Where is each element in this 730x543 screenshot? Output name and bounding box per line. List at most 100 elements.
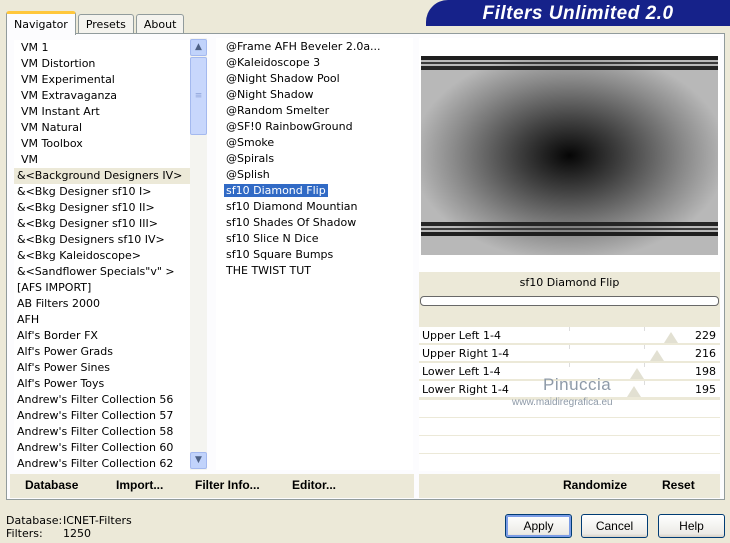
category-scrollbar[interactable]: ▲ ≡ ▼ [190,38,207,470]
tab-about[interactable]: About [135,14,185,34]
slider-tick [644,381,645,385]
slider-upper-right[interactable]: Upper Right 1-4 216 [419,345,720,362]
slider-thumb[interactable] [664,332,678,343]
watermark-url: www.maidiregrafica.eu [512,397,613,408]
slider-tick [569,363,570,367]
category-item[interactable]: VM Distortion [14,56,190,72]
import-button[interactable]: Import... [116,478,163,492]
preview-stripe [421,56,718,60]
filter-item[interactable]: @Night Shadow Pool [216,71,413,87]
reset-button[interactable]: Reset [662,478,695,492]
filter-item[interactable]: @SF!0 RainbowGround [216,119,413,135]
preview-stripe [421,228,718,230]
slider-tick [644,363,645,367]
scroll-up-arrow-icon[interactable]: ▲ [190,39,207,56]
category-item[interactable]: VM Toolbox [14,136,190,152]
status-value: 1250 [63,527,91,540]
selected-filter-name: sf10 Diamond Flip [519,276,620,289]
cancel-button[interactable]: Cancel [581,514,648,538]
apply-button[interactable]: Apply [505,514,572,538]
category-item[interactable]: &<Bkg Designer sf10 III> [14,216,190,232]
filter-item[interactable]: @Spirals [216,151,413,167]
editor-button[interactable]: Editor... [292,478,336,492]
database-button[interactable]: Database [25,478,78,492]
preview-stripe [421,222,718,226]
slider-thumb[interactable] [650,350,664,361]
help-button[interactable]: Help [658,514,725,538]
filter-item[interactable]: @Night Shadow [216,87,413,103]
category-item[interactable]: Andrew's Filter Collection 60 [14,440,190,456]
category-item[interactable]: Andrew's Filter Collection 56 [14,392,190,408]
scroll-thumb[interactable]: ≡ [190,57,207,135]
category-item-selected[interactable]: &<Background Designers IV> [14,168,190,184]
slider-tick [644,327,645,331]
slider-upper-left[interactable]: Upper Left 1-4 229 [419,327,720,344]
empty-slider-row [419,454,720,471]
category-item[interactable]: Alf's Power Grads [14,344,190,360]
category-item[interactable]: [AFS IMPORT] [14,280,190,296]
filter-item-selected[interactable]: sf10 Diamond Flip [216,183,413,199]
slider-tick [569,345,570,349]
filter-item[interactable]: @Frame AFH Beveler 2.0a... [216,39,413,55]
category-list[interactable]: VM 1 VM Distortion VM Experimental VM Ex… [14,40,190,470]
selected-filter-text: sf10 Diamond Flip [224,184,328,197]
filter-item[interactable]: sf10 Shades Of Shadow [216,215,413,231]
slider-value: 216 [695,347,716,360]
empty-slider-row [419,436,720,453]
category-item[interactable]: VM Extravaganza [14,88,190,104]
category-item[interactable]: &<Bkg Kaleidoscope> [14,248,190,264]
category-item[interactable]: AFH [14,312,190,328]
app-title-banner: Filters Unlimited 2.0 [426,0,730,26]
filter-info-button[interactable]: Filter Info... [195,478,260,492]
progress-bar [420,296,719,306]
filter-item[interactable]: @Smoke [216,135,413,151]
tab-presets[interactable]: Presets [77,14,134,34]
tab-navigator[interactable]: Navigator [6,11,76,35]
status-label: Filters: [6,527,43,540]
filter-item[interactable]: @Splish [216,167,413,183]
scroll-down-arrow-icon[interactable]: ▼ [190,452,207,469]
slider-label: Upper Left 1-4 [422,329,501,342]
empty-slider-row [419,418,720,435]
slider-thumb[interactable] [630,368,644,379]
category-item[interactable]: Alf's Border FX [14,328,190,344]
category-item[interactable]: VM [14,152,190,168]
slider-value: 229 [695,329,716,342]
category-item[interactable]: VM Experimental [14,72,190,88]
category-item[interactable]: Andrew's Filter Collection 58 [14,424,190,440]
filter-item[interactable]: @Random Smelter [216,103,413,119]
preview-stripe [421,62,718,64]
filter-item[interactable]: THE TWIST TUT [216,263,413,279]
preview-stripe [421,66,718,70]
slider-value: 195 [695,383,716,396]
filter-item[interactable]: sf10 Slice N Dice [216,231,413,247]
filter-item[interactable]: sf10 Square Bumps [216,247,413,263]
filter-item[interactable]: @Kaleidoscope 3 [216,55,413,71]
status-label: Database: [6,514,63,527]
slider-label: Lower Left 1-4 [422,365,501,378]
slider-thumb[interactable] [627,386,641,397]
category-item[interactable]: VM 1 [14,40,190,56]
slider-label: Lower Right 1-4 [422,383,509,396]
category-item[interactable]: &<Bkg Designer sf10 II> [14,200,190,216]
filter-list[interactable]: @Frame AFH Beveler 2.0a... @Kaleidoscope… [216,38,413,470]
category-item[interactable]: Alf's Power Sines [14,360,190,376]
category-item[interactable]: VM Natural [14,120,190,136]
slider-tick [644,345,645,349]
status-value: ICNET-Filters [63,514,132,527]
category-item[interactable]: Andrew's Filter Collection 57 [14,408,190,424]
category-item[interactable]: AB Filters 2000 [14,296,190,312]
category-item[interactable]: Alf's Power Toys [14,376,190,392]
preview-stripe [421,232,718,236]
category-item[interactable]: &<Sandflower Specials"v" > [14,264,190,280]
status-database: Database:ICNET-Filters [6,514,132,527]
filter-item[interactable]: sf10 Diamond Mountian [216,199,413,215]
status-filters: Filters: 1250 [6,527,91,540]
category-item[interactable]: &<Bkg Designers sf10 IV> [14,232,190,248]
category-item[interactable]: VM Instant Art [14,104,190,120]
watermark-name: Pinuccia [543,375,612,394]
category-item[interactable]: &<Bkg Designer sf10 I> [14,184,190,200]
slider-value: 198 [695,365,716,378]
category-item[interactable]: Andrew's Filter Collection 62 [14,456,190,470]
randomize-button[interactable]: Randomize [563,478,627,492]
